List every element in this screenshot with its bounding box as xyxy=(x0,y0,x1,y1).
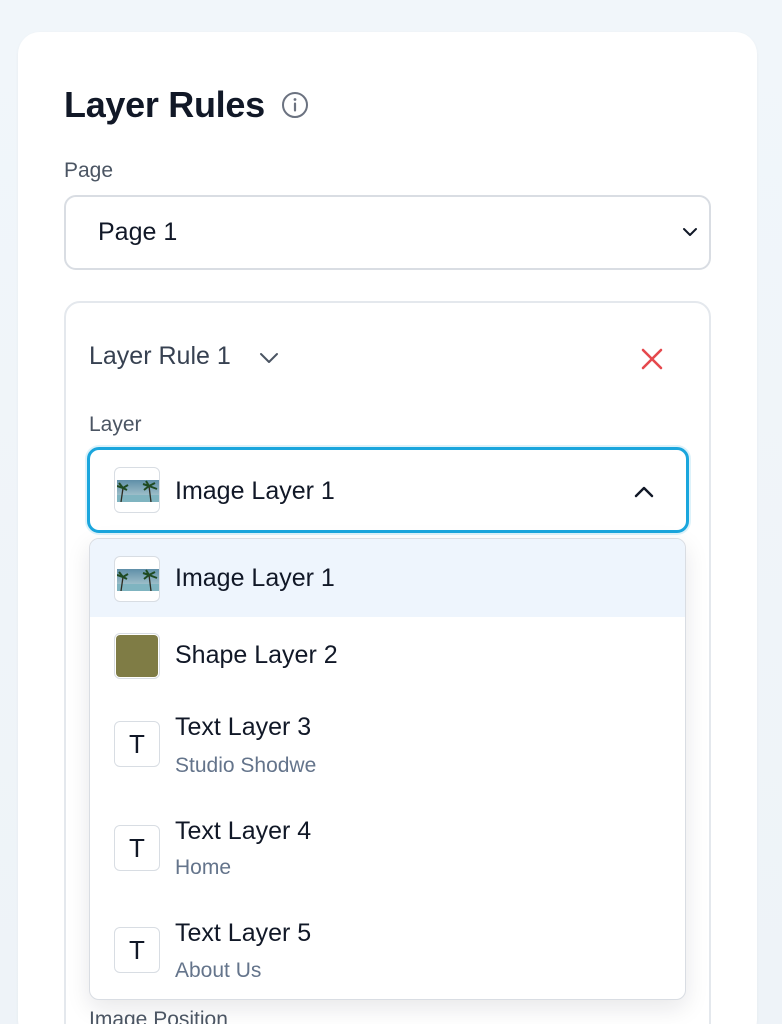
image-thumbnail xyxy=(114,556,160,602)
layer-option-text-3[interactable]: T Text Layer 3 Studio Shodwe xyxy=(90,695,685,797)
layer-dropdown-menu: Image Layer 1 Shape Layer 2 T Text Layer… xyxy=(89,538,686,1000)
page-label: Page xyxy=(64,159,114,182)
palm-beach-image-icon xyxy=(117,569,159,591)
layer-option-text-4[interactable]: T Text Layer 4 Home xyxy=(90,797,685,899)
chevron-down-icon xyxy=(681,223,699,241)
layer-label: Layer xyxy=(89,413,142,436)
chevron-down-icon[interactable] xyxy=(257,345,281,369)
swatch-fill xyxy=(116,635,158,677)
chevron-up-icon xyxy=(632,480,656,504)
layer-option-preview: Studio Shodwe xyxy=(175,754,317,777)
text-type-icon: T xyxy=(114,721,160,767)
color-swatch xyxy=(114,633,160,679)
layer-option-preview: About Us xyxy=(175,959,262,982)
layer-select[interactable]: Image Layer 1 xyxy=(87,447,689,533)
image-position-label: Image Position xyxy=(89,1008,228,1024)
image-thumbnail xyxy=(114,467,160,513)
page-title: Layer Rules xyxy=(64,84,265,125)
layer-option-preview: Home xyxy=(175,856,232,879)
layer-option-image-1[interactable]: Image Layer 1 xyxy=(90,539,685,617)
layer-select-value: Image Layer 1 xyxy=(175,477,335,505)
layer-option-shape-2[interactable]: Shape Layer 2 xyxy=(90,617,685,695)
layer-option-label: Image Layer 1 xyxy=(175,564,335,592)
palm-beach-image-icon xyxy=(117,480,159,502)
layer-option-label: Text Layer 3 xyxy=(175,713,312,741)
title-row: Layer Rules xyxy=(64,84,309,126)
layer-option-text-5[interactable]: T Text Layer 5 About Us xyxy=(90,899,685,999)
page-select-value: Page 1 xyxy=(98,218,178,246)
layer-rule-title: Layer Rule 1 xyxy=(89,342,231,370)
layer-option-label: Text Layer 4 xyxy=(175,817,312,845)
layer-rule-header[interactable]: Layer Rule 1 xyxy=(89,342,281,371)
page-select[interactable]: Page 1 xyxy=(64,195,711,270)
layer-option-label: Shape Layer 2 xyxy=(175,641,338,669)
info-circle-icon[interactable] xyxy=(281,91,309,119)
text-type-icon: T xyxy=(114,825,160,871)
text-type-icon: T xyxy=(114,927,160,973)
layer-option-label: Text Layer 5 xyxy=(175,919,312,947)
close-icon[interactable] xyxy=(638,345,666,373)
